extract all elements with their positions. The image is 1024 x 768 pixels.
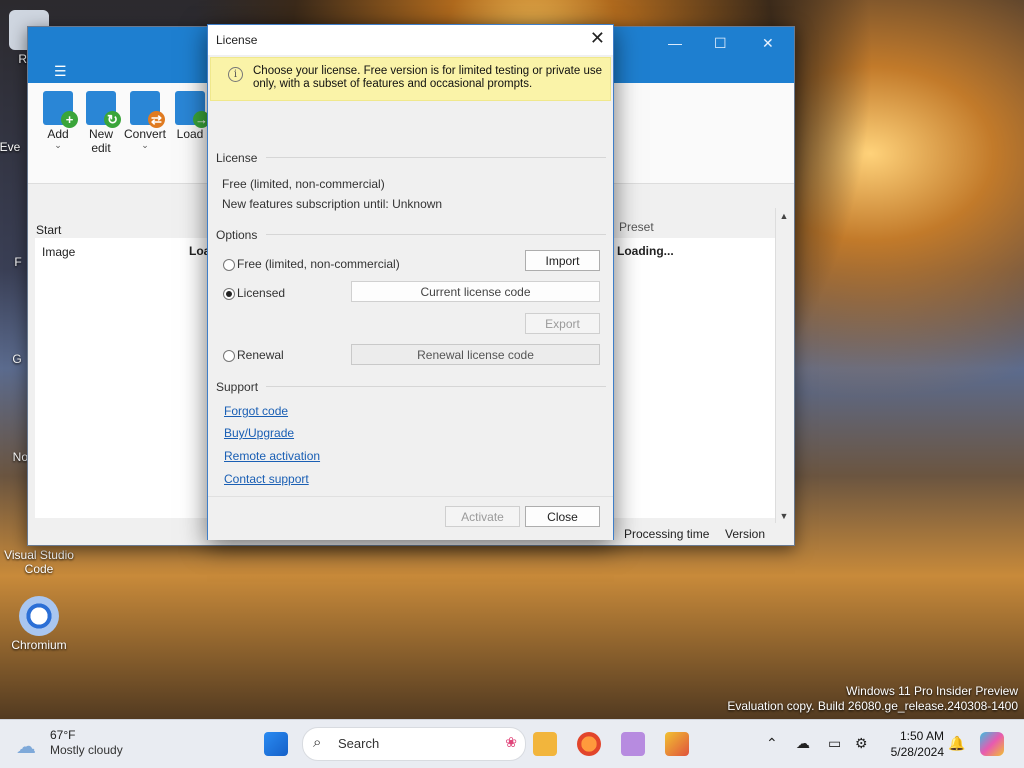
search-icon: ⌕ xyxy=(313,734,322,751)
version-label: Version xyxy=(725,527,766,541)
close-button[interactable]: Close xyxy=(525,506,600,527)
license-section-label: License xyxy=(216,151,258,165)
scroll-up-icon[interactable]: ▲ xyxy=(776,208,792,224)
info-text: Choose your license. Free version is for… xyxy=(253,65,602,90)
watermark-line2: Evaluation copy. Build 26080.ge_release.… xyxy=(727,699,1018,713)
convert-label: Convert xyxy=(123,127,167,141)
add-icon: + xyxy=(43,91,78,128)
clock-time: 1:50 AM xyxy=(899,729,944,743)
renewal-radio[interactable] xyxy=(223,350,235,362)
support-section-label: Support xyxy=(216,380,259,394)
preset-label: Preset xyxy=(619,220,654,234)
convert-icon: ⇄ xyxy=(130,91,165,128)
windows-start-icon[interactable] xyxy=(264,732,288,756)
new-edit-button[interactable]: ↻ New edit xyxy=(77,91,125,155)
hamburger-menu-icon[interactable]: ☰ xyxy=(54,63,67,80)
add-label: Add xyxy=(47,127,69,141)
load-icon: → xyxy=(175,91,210,128)
windows-watermark: Windows 11 Pro Insider Preview Evaluatio… xyxy=(727,684,1018,714)
desktop-icon-label: Visual Studio Code xyxy=(4,548,74,576)
search-box[interactable]: ⌕ Search ❀ xyxy=(302,727,526,761)
chevron-up-icon[interactable]: ⌃ xyxy=(766,735,778,752)
copilot-icon[interactable] xyxy=(980,732,1004,756)
add-button[interactable]: + Add ⌄ xyxy=(34,91,82,150)
minimize-button[interactable]: — xyxy=(668,35,682,51)
notification-bell-icon[interactable]: 🔔 xyxy=(948,735,965,752)
close-icon[interactable]: ✕ xyxy=(590,28,605,49)
new-edit-icon: ↻ xyxy=(86,91,121,128)
scroll-down-icon[interactable]: ▼ xyxy=(776,508,792,524)
close-window-button[interactable]: ✕ xyxy=(762,35,774,52)
desktop-icon-label: Chromium xyxy=(11,638,67,652)
desktop-icon-label: G xyxy=(12,352,22,366)
loading-status: Loading... xyxy=(617,244,674,258)
licensed-radio[interactable] xyxy=(223,288,235,300)
free-option-label[interactable]: Free (limited, non-commercial) xyxy=(237,257,400,271)
notepad-icon[interactable] xyxy=(621,732,645,756)
desktop-icon-label: Eve xyxy=(0,140,21,154)
watermark-line1: Windows 11 Pro Insider Preview xyxy=(846,684,1018,698)
convert-button[interactable]: ⇄ Convert ⌄ xyxy=(121,91,169,150)
app-taskbar-icon[interactable] xyxy=(665,732,689,756)
weather-temp: 67°F xyxy=(50,728,76,742)
file-explorer-icon[interactable] xyxy=(533,732,557,756)
new-edit-label: New edit xyxy=(88,127,113,155)
options-section-label: Options xyxy=(216,228,258,242)
chevron-down-icon: ⌄ xyxy=(54,140,62,150)
chevron-down-icon: ⌄ xyxy=(141,140,149,150)
clock-date: 5/28/2024 xyxy=(890,745,944,759)
cloud-offline-icon[interactable]: ☁ xyxy=(796,735,810,752)
import-button[interactable]: Import xyxy=(525,250,600,271)
renewal-option-label[interactable]: Renewal xyxy=(237,348,284,362)
dialog-footer: Activate Close xyxy=(208,496,613,540)
desktop-icon-chromium[interactable]: Chromium xyxy=(4,596,74,652)
firefox-icon[interactable] xyxy=(577,732,601,756)
dialog-titlebar: License ✕ xyxy=(208,25,613,55)
remote-activation-link[interactable]: Remote activation xyxy=(224,449,320,463)
chromium-icon xyxy=(19,596,59,636)
taskbar: ☁ 67°F Mostly cloudy ⌕ Search ❀ ⌃ ☁ ▭ ⚙ … xyxy=(0,719,1024,768)
processing-time-label: Processing time xyxy=(624,527,710,541)
vertical-scrollbar[interactable]: ▲ ▼ xyxy=(775,208,792,524)
network-icon[interactable]: ⚙ xyxy=(855,735,868,752)
export-button[interactable]: Export xyxy=(525,313,600,334)
forgot-code-link[interactable]: Forgot code xyxy=(224,404,288,418)
divider xyxy=(266,386,606,387)
cloud-icon: ☁ xyxy=(16,736,36,758)
clock[interactable]: 1:50 AM 5/28/2024 xyxy=(891,728,944,760)
start-label: Start xyxy=(36,223,62,237)
info-icon: i xyxy=(228,67,243,82)
column-image[interactable]: Image xyxy=(42,245,75,259)
info-banner: i Choose your license. Free version is f… xyxy=(210,57,611,101)
search-placeholder: Search xyxy=(338,736,380,751)
license-type: Free (limited, non-commercial) xyxy=(222,177,385,191)
activate-button[interactable]: Activate xyxy=(445,506,520,527)
current-license-code-input[interactable]: Current license code xyxy=(351,281,600,302)
license-dialog: License ✕ i Choose your license. Free ve… xyxy=(207,24,614,540)
display-icon[interactable]: ▭ xyxy=(828,735,841,752)
desktop-icon-vscode[interactable]: Visual Studio Code xyxy=(4,548,74,576)
subscription-status: New features subscription until: Unknown xyxy=(222,197,443,211)
search-highlight-icon: ❀ xyxy=(505,734,517,750)
licensed-option-label[interactable]: Licensed xyxy=(237,286,285,300)
maximize-button[interactable]: ☐ xyxy=(714,35,727,52)
weather-desc: Mostly cloudy xyxy=(50,743,123,757)
free-radio[interactable] xyxy=(223,259,235,271)
divider xyxy=(266,157,606,158)
dialog-title: License xyxy=(216,33,258,47)
contact-support-link[interactable]: Contact support xyxy=(224,472,309,486)
renewal-license-code-input[interactable]: Renewal license code xyxy=(351,344,600,365)
desktop-icon-label: F xyxy=(14,255,22,269)
buy-upgrade-link[interactable]: Buy/Upgrade xyxy=(224,426,294,440)
divider xyxy=(266,234,606,235)
